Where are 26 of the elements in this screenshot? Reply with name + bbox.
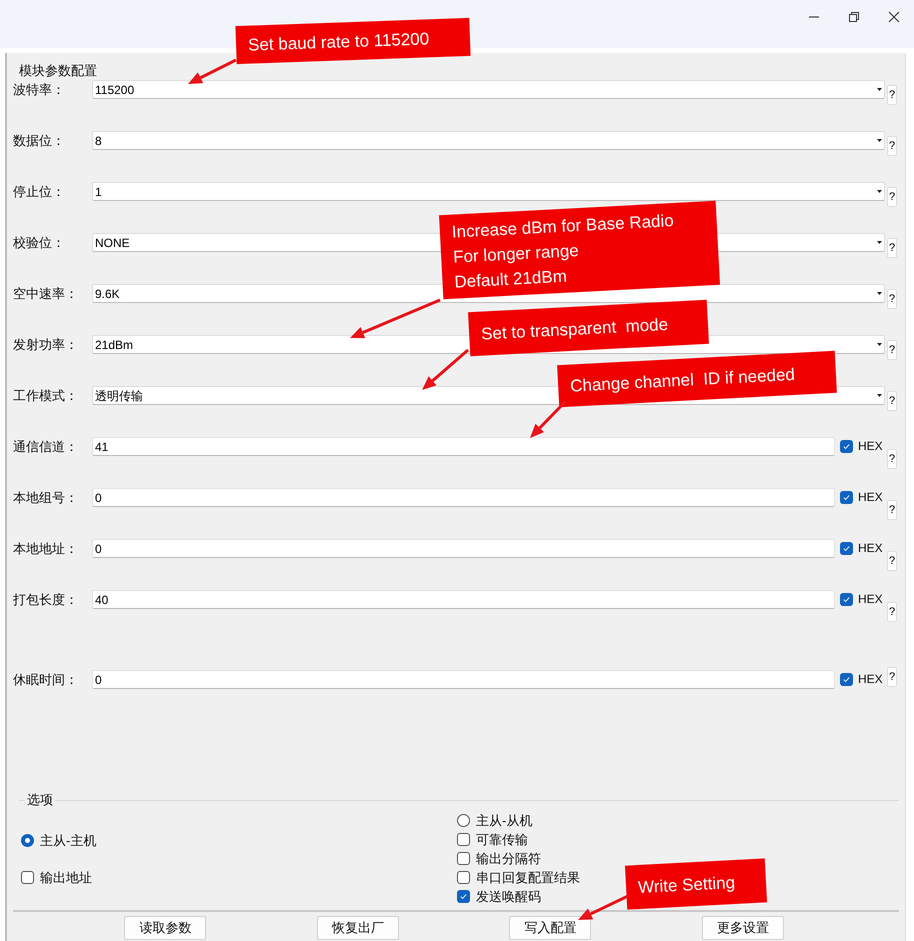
hex-label: HEX	[858, 591, 883, 608]
option-label: 发送唤醒码	[476, 888, 541, 906]
field-label: 工作模式：	[13, 387, 79, 405]
option-label: 输出分隔符	[476, 850, 541, 868]
field-label: 停止位：	[13, 183, 66, 201]
option-label: 可靠传输	[476, 830, 528, 849]
field-label: 通信信道：	[13, 438, 79, 456]
field-label: 校验位：	[13, 234, 66, 252]
option-label: 主从-主机	[40, 832, 96, 850]
hex-label: HEX	[858, 540, 883, 557]
hex-label: HEX	[858, 438, 883, 455]
option-label: 串口回复配置结果	[476, 868, 580, 887]
option-label: 主从-从机	[476, 812, 532, 830]
field-label: 打包长度：	[13, 591, 79, 609]
field-label: 空中速率：	[13, 285, 79, 303]
field-label: 本地地址：	[13, 540, 79, 558]
field-label: 波特率：	[13, 81, 66, 99]
option-label: 输出地址	[40, 868, 92, 887]
hex-label: HEX	[858, 489, 883, 506]
hex-label: HEX	[858, 671, 883, 688]
field-label: 发射功率：	[13, 336, 79, 354]
group-title: 选项	[25, 792, 55, 808]
field-label: 数据位：	[13, 132, 66, 150]
field-label: 本地组号：	[13, 489, 79, 507]
group-title: 模块参数配置	[19, 63, 97, 79]
field-label: 休眠时间：	[13, 671, 79, 689]
